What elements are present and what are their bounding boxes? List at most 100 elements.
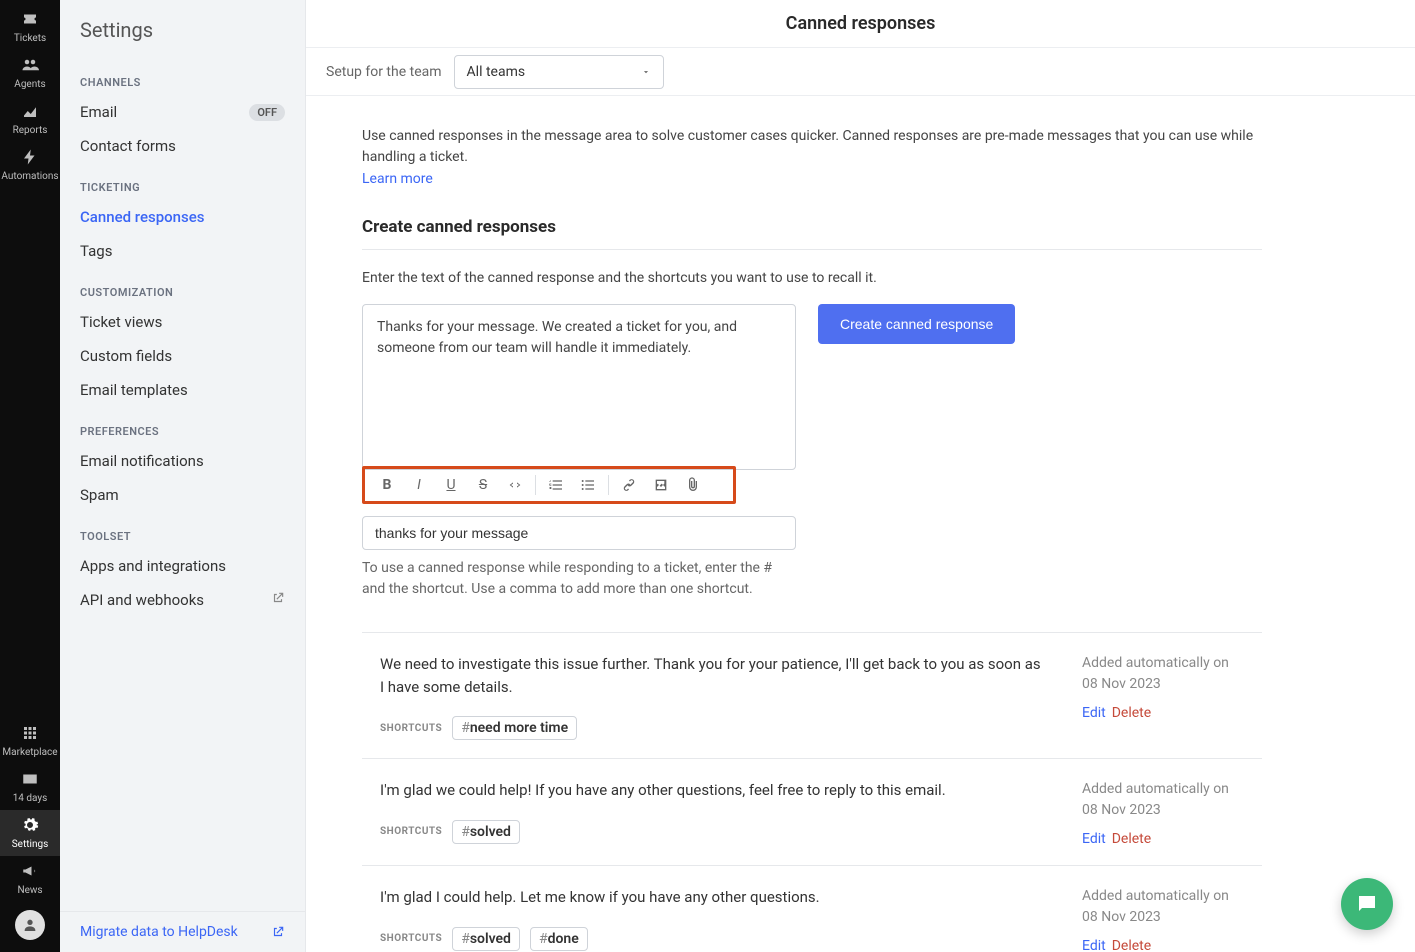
sidebar-item-email-templates[interactable]: Email templates	[60, 373, 305, 407]
sidebar-item-custom-fields[interactable]: Custom fields	[60, 339, 305, 373]
rail-item-news[interactable]: News	[0, 856, 60, 902]
rail-item-settings[interactable]: Settings	[0, 810, 60, 856]
ticket-icon	[21, 10, 39, 31]
attachment-button[interactable]	[677, 471, 709, 499]
external-link-icon	[271, 591, 285, 609]
shortcut-input[interactable]	[362, 516, 796, 550]
saved-responses-list: We need to investigate this issue furthe…	[362, 632, 1262, 952]
saved-response-text: We need to investigate this issue furthe…	[380, 653, 1042, 698]
sidebar-section-label: TOOLSET	[60, 512, 305, 549]
saved-response-row: I'm glad I could help. Let me know if yo…	[362, 865, 1262, 952]
rail-item-agents[interactable]: Agents	[0, 50, 60, 96]
shortcuts-label: SHORTCUTS	[380, 723, 442, 734]
rail-item-tickets[interactable]: Tickets	[0, 4, 60, 50]
link-button[interactable]	[613, 471, 645, 499]
reports-icon	[21, 102, 39, 123]
filter-bar: Setup for the team All teams	[306, 48, 1415, 96]
sidebar-item-label: Spam	[80, 486, 119, 504]
meta-date: 08 Nov 2023	[1082, 907, 1262, 928]
image-button[interactable]	[645, 471, 677, 499]
shortcuts-label: SHORTCUTS	[380, 933, 442, 944]
rail-item-reports[interactable]: Reports	[0, 96, 60, 142]
meta-added-label: Added automatically on	[1082, 779, 1262, 800]
saved-response-row: We need to investigate this issue furthe…	[362, 632, 1262, 758]
filter-label: Setup for the team	[326, 64, 442, 80]
meta-added-label: Added automatically on	[1082, 886, 1262, 907]
edit-button[interactable]: Edit	[1082, 938, 1106, 952]
sidebar-item-label: Email notifications	[80, 452, 204, 470]
saved-response-text: I'm glad we could help! If you have any …	[380, 779, 1042, 802]
sidebar-title: Settings	[60, 0, 305, 58]
agents-icon	[21, 56, 39, 77]
sidebar-item-label: Email	[80, 103, 117, 121]
status-badge: OFF	[249, 104, 285, 121]
underline-button[interactable]: U	[435, 471, 467, 499]
saved-response-text: I'm glad I could help. Let me know if yo…	[380, 886, 1042, 909]
learn-more-link[interactable]: Learn more	[362, 171, 433, 187]
meta-date: 08 Nov 2023	[1082, 674, 1262, 695]
content-scroll: Use canned responses in the message area…	[306, 96, 1415, 952]
delete-button[interactable]: Delete	[1112, 831, 1151, 847]
sidebar-item-label: Apps and integrations	[80, 557, 226, 575]
code-button[interactable]	[499, 471, 531, 499]
sidebar-item-email-notifications[interactable]: Email notifications	[60, 444, 305, 478]
sidebar-item-email[interactable]: Email OFF	[60, 95, 305, 129]
create-heading: Create canned responses	[362, 217, 1262, 250]
create-response-button[interactable]: Create canned response	[818, 304, 1015, 344]
sidebar-item-spam[interactable]: Spam	[60, 478, 305, 512]
shortcut-tag[interactable]: #solved	[452, 820, 520, 844]
response-editor[interactable]: Thanks for your message. We created a ti…	[362, 304, 796, 470]
shortcut-hint: To use a canned response while respondin…	[362, 558, 796, 600]
sidebar-item-label: Canned responses	[80, 208, 204, 226]
italic-button[interactable]: I	[403, 471, 435, 499]
rail-item-marketplace[interactable]: Marketplace	[0, 718, 60, 764]
grid-icon	[21, 724, 39, 745]
bold-button[interactable]: B	[371, 471, 403, 499]
shortcuts-label: SHORTCUTS	[380, 826, 442, 837]
sidebar-item-label: Ticket views	[80, 313, 162, 331]
edit-button[interactable]: Edit	[1082, 705, 1106, 721]
unordered-list-button[interactable]	[572, 471, 604, 499]
sidebar-item-label: Custom fields	[80, 347, 172, 365]
saved-response-row: I'm glad we could help! If you have any …	[362, 758, 1262, 865]
megaphone-icon	[21, 862, 39, 883]
main-area: Canned responses Setup for the team All …	[306, 0, 1415, 952]
shortcut-tag[interactable]: #solved	[452, 927, 520, 951]
rail-item-automations[interactable]: Automations	[0, 142, 60, 188]
delete-button[interactable]: Delete	[1112, 938, 1151, 952]
sidebar-item-canned[interactable]: Canned responses	[60, 200, 305, 234]
strikethrough-button[interactable]: S	[467, 471, 499, 499]
shortcut-tag[interactable]: #done	[530, 927, 588, 951]
sidebar-item-tags[interactable]: Tags	[60, 234, 305, 268]
shortcut-tag[interactable]: #need more time	[452, 716, 577, 740]
nav-rail: TicketsAgentsReportsAutomations Marketpl…	[0, 0, 60, 952]
chevron-down-icon	[641, 67, 651, 77]
ordered-list-button[interactable]	[540, 471, 572, 499]
sidebar-item-ticket-views[interactable]: Ticket views	[60, 305, 305, 339]
avatar[interactable]	[15, 910, 45, 940]
bolt-icon	[21, 148, 39, 169]
sidebar-section-label: TICKETING	[60, 163, 305, 200]
delete-button[interactable]: Delete	[1112, 705, 1151, 721]
migrate-link[interactable]: Migrate data to HelpDesk	[60, 911, 305, 952]
page-title: Canned responses	[306, 0, 1415, 48]
sidebar-item-contact-forms[interactable]: Contact forms	[60, 129, 305, 163]
edit-button[interactable]: Edit	[1082, 831, 1106, 847]
sidebar-item-api[interactable]: API and webhooks	[60, 583, 305, 617]
gear-icon	[21, 816, 39, 837]
meta-date: 08 Nov 2023	[1082, 800, 1262, 821]
sidebar-section-label: CHANNELS	[60, 58, 305, 95]
sidebar-item-label: Email templates	[80, 381, 188, 399]
team-select[interactable]: All teams	[454, 55, 664, 89]
sidebar-item-label: API and webhooks	[80, 591, 204, 609]
editor-toolbar: B I U S	[362, 466, 736, 504]
card-icon	[21, 770, 39, 791]
meta-added-label: Added automatically on	[1082, 653, 1262, 674]
sidebar-section-label: PREFERENCES	[60, 407, 305, 444]
rail-item-trial[interactable]: 14 days	[0, 764, 60, 810]
sidebar-item-apps[interactable]: Apps and integrations	[60, 549, 305, 583]
create-subtext: Enter the text of the canned response an…	[362, 270, 1262, 286]
sidebar-item-label: Tags	[80, 242, 112, 260]
settings-sidebar: Settings CHANNELS Email OFF Contact formsTI…	[60, 0, 306, 952]
chat-fab[interactable]	[1341, 878, 1393, 930]
